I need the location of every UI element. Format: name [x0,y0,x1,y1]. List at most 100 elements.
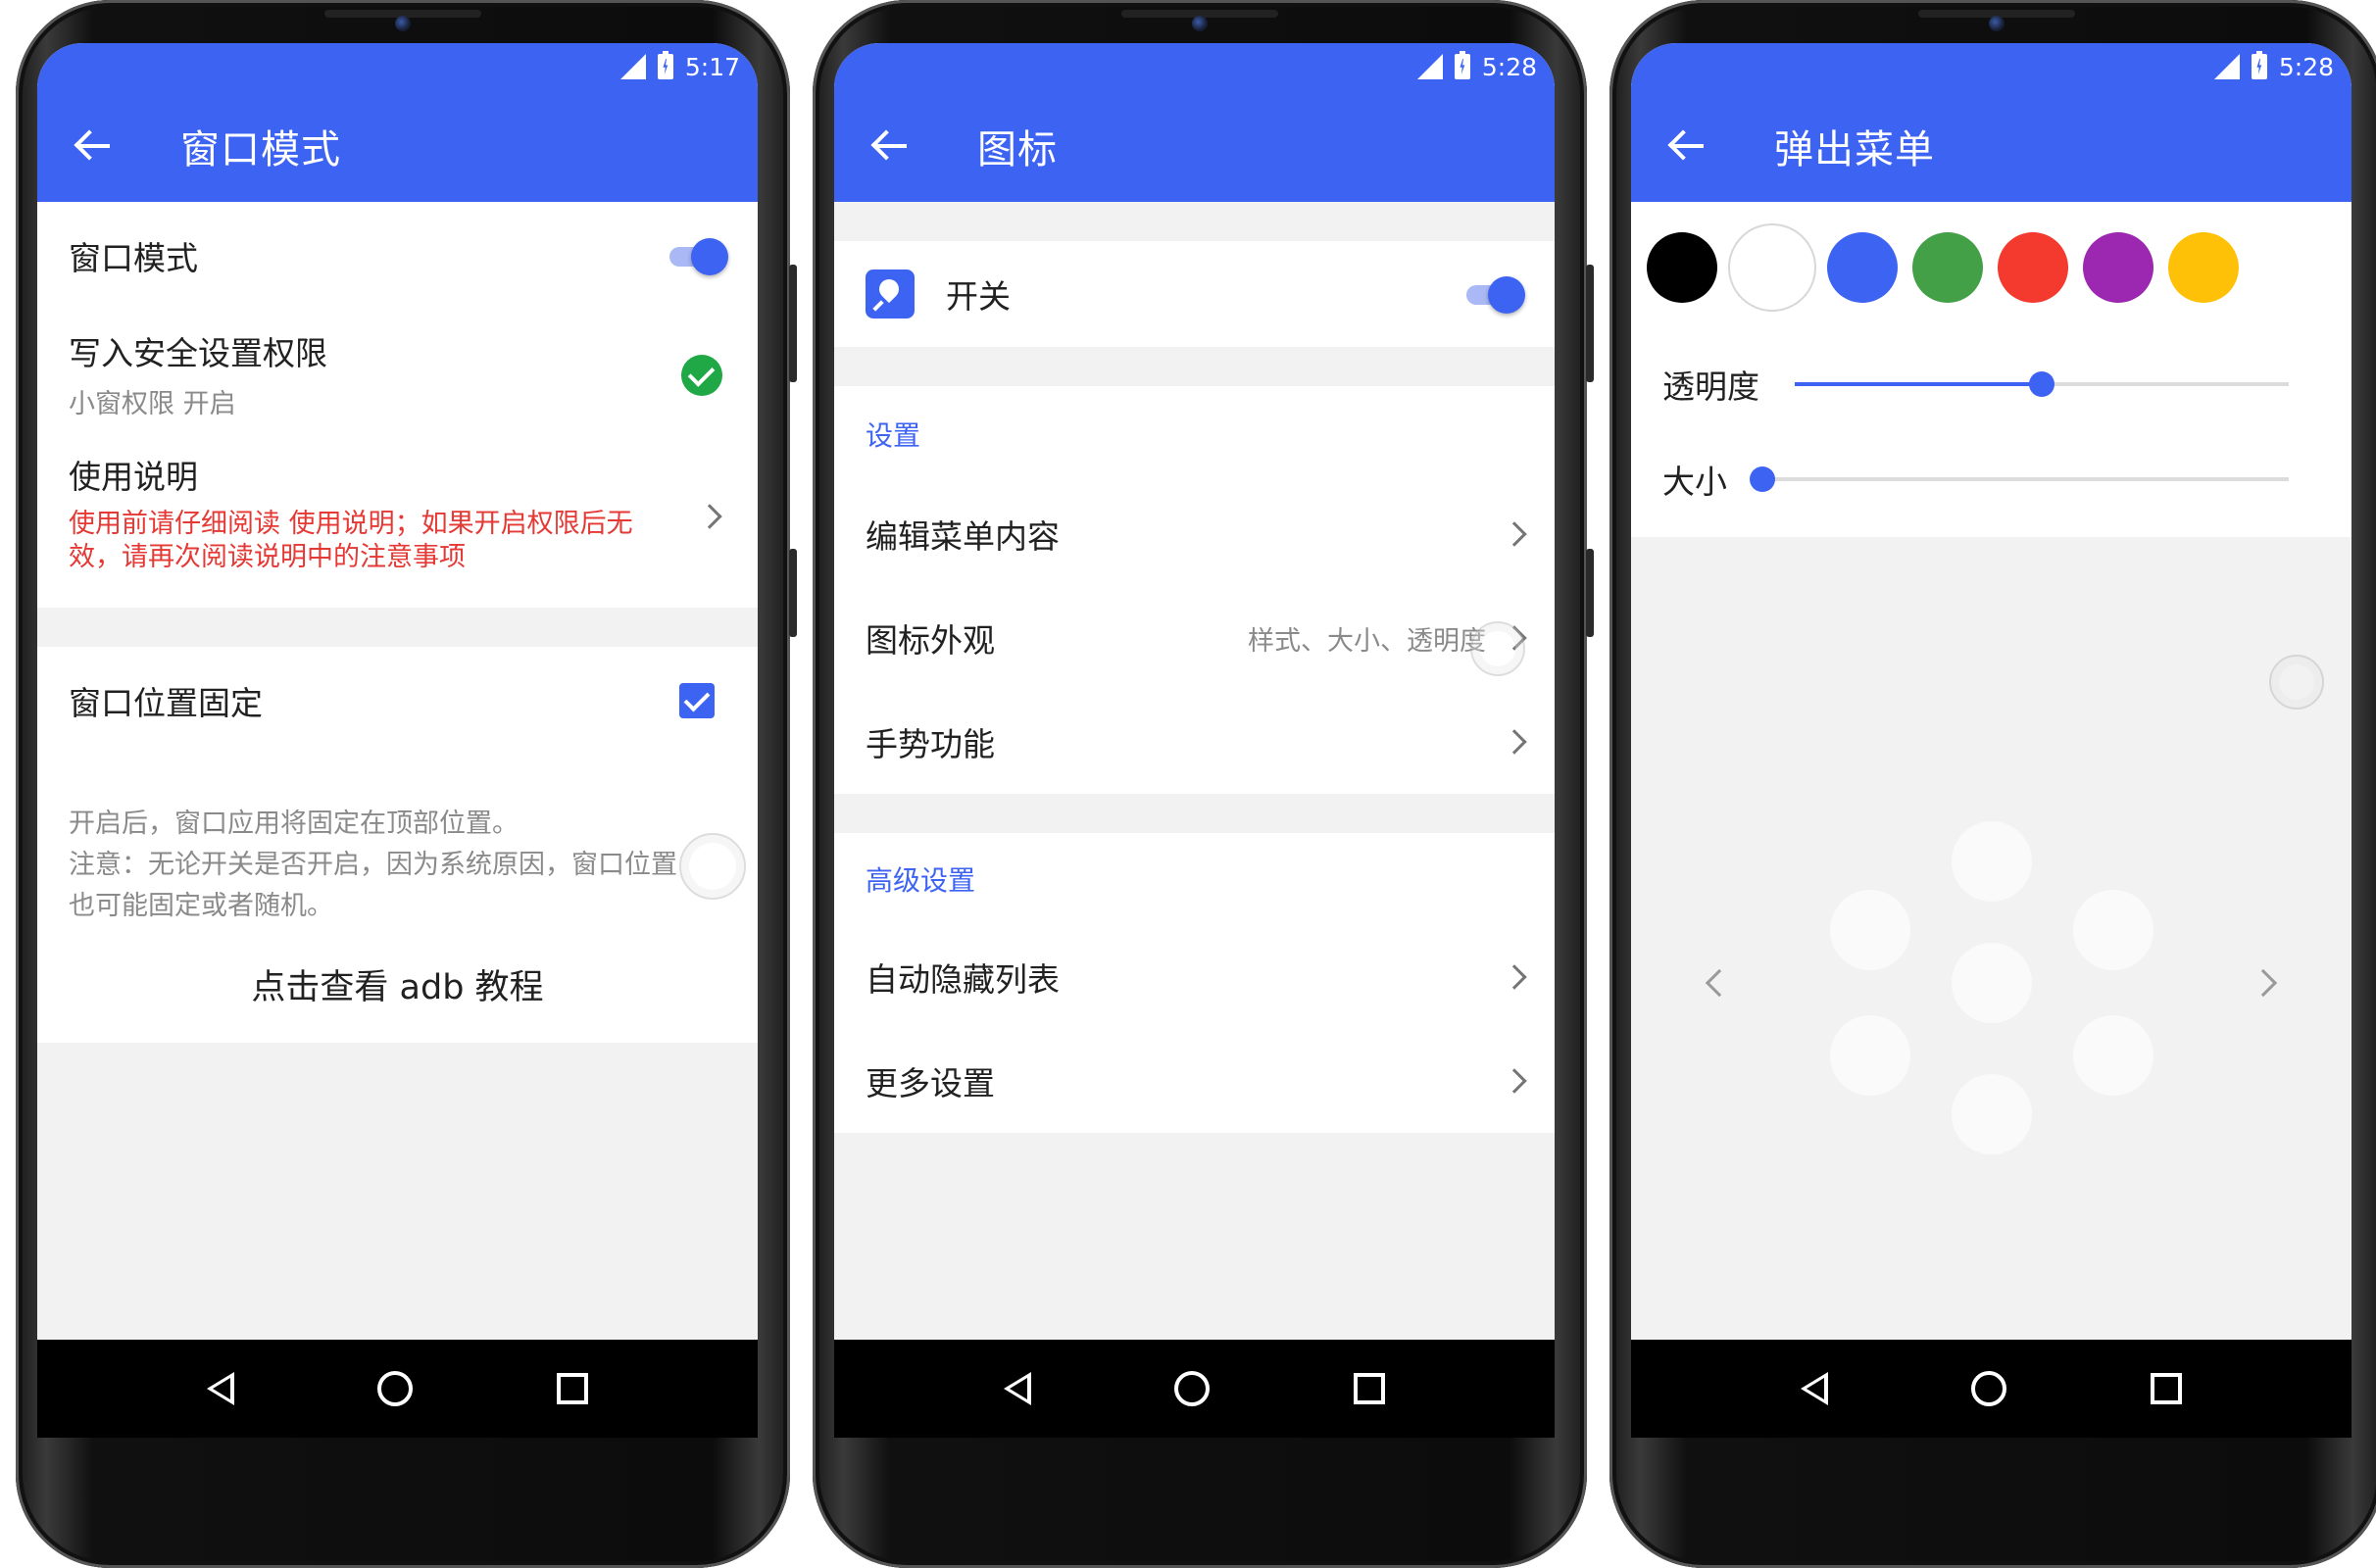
section-header: 设置 [834,386,1555,482]
menu-item-placeholder[interactable] [1830,890,1910,970]
section-label: 设置 [866,419,921,452]
color-swatch[interactable] [1998,232,2068,303]
menu-item-placeholder[interactable] [1952,943,2032,1023]
row-title: 手势功能 [866,725,995,763]
note-text: 开启后，窗口应用将固定在顶部位置。 注意：无论开关是否开启，因为系统原因，窗口位… [37,804,758,927]
window-position-checkbox[interactable] [679,683,715,718]
slider-thumb[interactable] [2029,371,2054,397]
nav-recents-icon[interactable] [556,1373,588,1404]
color-swatch[interactable] [1728,223,1816,312]
menu-item-placeholder[interactable] [1952,821,2032,902]
section-label: 高级设置 [866,864,976,897]
row-title: 图标外观 [866,621,995,660]
row-title: 编辑菜单内容 [866,517,1060,556]
row-hint: 样式、大小、透明度 [1248,625,1486,657]
power-button [1586,549,1594,637]
nav-home-icon[interactable] [1971,1371,2007,1406]
menu-item-placeholder[interactable] [1830,1015,1910,1096]
screen: 5:28 图标 开关 设置 编辑菜单内容 图标外观 样式、大小、透明度 手势功能… [834,43,1555,1438]
color-swatch[interactable] [2168,232,2239,303]
status-bar: 5:28 [834,43,1555,90]
color-swatch[interactable] [1827,232,1898,303]
back-arrow-icon[interactable] [37,90,145,202]
auto-hide-list-row[interactable]: 自动隐藏列表 [834,925,1555,1029]
menu-item-placeholder[interactable] [1952,1074,2032,1154]
pin-icon [866,270,915,318]
status-bar: 5:28 [1631,43,2351,90]
section-header: 高级设置 [834,833,1555,925]
status-time: 5:28 [1481,52,1537,81]
opacity-slider-row: 透明度 [1631,333,2351,435]
edit-menu-row[interactable]: 编辑菜单内容 [834,482,1555,586]
nav-recents-icon[interactable] [1353,1373,1385,1404]
volume-button [789,265,797,382]
menu-item-placeholder[interactable] [2073,890,2153,970]
chevron-right-icon[interactable] [2249,968,2278,998]
section-gap [37,608,758,647]
menu-preview [1631,537,2351,1419]
nav-back-icon[interactable] [207,1372,235,1405]
app-bar: 图标 [834,90,1555,202]
phone-frame-window-mode: 5:17 窗口模式 窗口模式 写入安全设置权限 小窗权限 开启 使用说明 使用前… [16,0,797,1568]
section-gap [834,347,1555,386]
page-title: 图标 [977,127,1058,172]
chevron-left-icon[interactable] [1705,968,1734,998]
note-line: 注意：无论开关是否开启，因为系统原因，窗口位置 [69,850,677,880]
nav-back-icon[interactable] [1004,1372,1032,1405]
advanced-section: 高级设置 自动隐藏列表 更多设置 [834,833,1555,1133]
switch-toggle[interactable] [1466,276,1525,314]
switch-row[interactable]: 开关 [834,241,1555,347]
color-swatch[interactable] [1912,232,1983,303]
chevron-right-icon [697,504,722,529]
color-swatch[interactable] [2083,232,2153,303]
menu-item-placeholder[interactable] [2073,1015,2153,1096]
window-mode-toggle[interactable] [669,238,728,275]
size-slider[interactable] [1750,466,2289,492]
switch-card: 开关 [834,241,1555,347]
touch-indicator [679,833,746,900]
note-line: 也可能固定或者随机。 [69,891,333,921]
section-gap [834,202,1555,241]
page-title: 窗口模式 [180,127,341,172]
signal-icon [2213,54,2240,79]
row-title: 开关 [946,277,1011,316]
status-bar: 5:17 [37,43,758,90]
row-title: 窗口模式 [69,239,198,277]
adb-tutorial-link[interactable]: 点击查看 adb 教程 [37,927,758,1041]
screen: 5:28 弹出菜单 透明度 大小 [1631,43,2351,1438]
power-button [789,549,797,637]
nav-home-icon[interactable] [377,1371,414,1406]
navigation-bar [37,1340,758,1438]
opacity-slider[interactable] [1795,371,2289,397]
page-title: 弹出菜单 [1774,127,1935,172]
touch-indicator [2269,655,2324,710]
write-secure-settings-row[interactable]: 写入安全设置权限 小窗权限 开启 [37,310,758,437]
color-swatch[interactable] [1647,232,1717,303]
slider-thumb[interactable] [1750,466,1775,492]
back-arrow-icon[interactable] [1631,90,1739,202]
front-camera [1989,16,2005,31]
window-mode-row[interactable]: 窗口模式 [37,202,758,310]
instructions-row[interactable]: 使用说明 使用前请仔细阅读 使用说明；如果开启权限后无效，请再次阅读说明中的注意… [37,437,758,594]
nav-recents-icon[interactable] [2150,1373,2182,1404]
phone-frame-icon: 5:28 图标 开关 设置 编辑菜单内容 图标外观 样式、大小、透明度 手势功能… [813,0,1594,1568]
slider-label: 大小 [1662,463,1727,501]
navigation-bar [1631,1340,2351,1438]
screen: 5:17 窗口模式 窗口模式 写入安全设置权限 小窗权限 开启 使用说明 使用前… [37,43,758,1438]
slider-label: 透明度 [1662,368,1759,406]
nav-back-icon[interactable] [1801,1372,1829,1405]
chevron-right-icon [1502,521,1527,547]
fixed-position-card: 窗口位置固定 开启后，窗口应用将固定在顶部位置。 注意：无论开关是否开启，因为系… [37,647,758,1043]
nav-home-icon[interactable] [1174,1371,1211,1406]
row-title: 窗口位置固定 [69,684,263,722]
row-title: 使用说明 [69,458,198,496]
front-camera [1192,16,1208,31]
gesture-row[interactable]: 手势功能 [834,690,1555,794]
more-settings-row[interactable]: 更多设置 [834,1029,1555,1133]
note-line: 开启后，窗口应用将固定在顶部位置。 [69,808,519,839]
window-position-fixed-row[interactable]: 窗口位置固定 [37,647,758,755]
app-bar: 窗口模式 [37,90,758,202]
icon-appearance-row[interactable]: 图标外观 样式、大小、透明度 [834,586,1555,690]
back-arrow-icon[interactable] [834,90,942,202]
